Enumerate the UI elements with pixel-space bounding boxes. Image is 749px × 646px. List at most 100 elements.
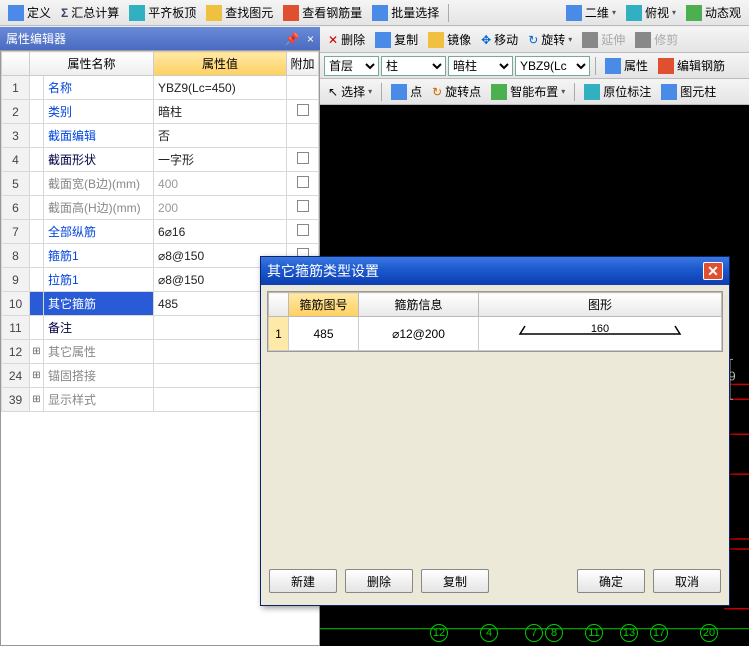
prop-value[interactable]: 否 bbox=[154, 124, 287, 148]
hdr-blank bbox=[2, 52, 30, 76]
prop-value[interactable]: YBZ9(Lc=450) bbox=[154, 76, 287, 100]
row-num-cell[interactable]: 485 bbox=[289, 317, 359, 351]
prop-extra[interactable] bbox=[287, 100, 319, 124]
expand-icon[interactable]: ⊞ bbox=[30, 364, 44, 388]
ok-button[interactable]: 确定 bbox=[577, 569, 645, 593]
sigma-button[interactable]: Σ汇总计算 bbox=[57, 2, 123, 23]
expand-icon bbox=[30, 268, 44, 292]
expand-icon bbox=[30, 124, 44, 148]
hdr-name: 属性名称 bbox=[30, 52, 154, 76]
prop-extra[interactable] bbox=[287, 196, 319, 220]
property-row[interactable]: 5截面宽(B边)(mm)400 bbox=[2, 172, 319, 196]
prop-name: 显示样式 bbox=[44, 388, 154, 412]
origmark-tool[interactable]: 原位标注 bbox=[580, 81, 655, 102]
smart-icon bbox=[491, 84, 507, 100]
category-select[interactable]: 柱 bbox=[381, 56, 446, 76]
prop-extra[interactable] bbox=[287, 220, 319, 244]
cursor-icon: ↖ bbox=[328, 85, 338, 99]
property-row[interactable]: 4截面形状一字形 bbox=[2, 148, 319, 172]
define-button[interactable]: 定义 bbox=[4, 2, 55, 23]
prop-value[interactable]: 400 bbox=[154, 172, 287, 196]
hdr-stirrup-shape: 图形 bbox=[479, 293, 722, 317]
row-number: 4 bbox=[2, 148, 30, 172]
grid-node-label: 12 bbox=[430, 624, 448, 642]
delete-button[interactable]: ✕删除 bbox=[324, 29, 369, 50]
subcat-select[interactable]: 暗柱 bbox=[448, 56, 513, 76]
flat-button[interactable]: 平齐板顶 bbox=[125, 2, 200, 23]
hdr-value: 属性值 bbox=[154, 52, 287, 76]
rotpoint-icon: ↻ bbox=[432, 85, 442, 99]
copy-button[interactable]: 复制 bbox=[421, 569, 489, 593]
mirror-icon bbox=[428, 32, 444, 48]
row-info-cell[interactable]: ⌀12@200 bbox=[359, 317, 479, 351]
move-button[interactable]: ✥移动 bbox=[477, 29, 522, 50]
trim-button[interactable]: 修剪 bbox=[631, 29, 682, 50]
dialog-buttons: 新建 删除 复制 确定 取消 bbox=[267, 563, 723, 599]
expand-icon bbox=[30, 244, 44, 268]
prop-extra bbox=[287, 76, 319, 100]
name-select[interactable]: YBZ9(Lc bbox=[515, 56, 590, 76]
move-icon: ✥ bbox=[481, 33, 491, 47]
row-shape-cell[interactable]: 160 bbox=[479, 317, 722, 351]
close-icon[interactable]: × bbox=[307, 32, 314, 46]
view2d-button[interactable]: 二维▾ bbox=[562, 2, 620, 23]
dynview-button[interactable]: 动态观 bbox=[682, 2, 745, 23]
batch-button[interactable]: 批量选择 bbox=[368, 2, 443, 23]
batch-label: 批量选择 bbox=[391, 4, 439, 21]
rotpoint-tool[interactable]: ↻旋转点 bbox=[428, 81, 485, 102]
topview-button[interactable]: 俯视▾ bbox=[622, 2, 680, 23]
expand-icon[interactable]: ⊞ bbox=[30, 388, 44, 412]
prop-extra[interactable] bbox=[287, 148, 319, 172]
row-number: 2 bbox=[2, 100, 30, 124]
select-tool[interactable]: ↖选择▾ bbox=[324, 81, 376, 102]
row-number: 11 bbox=[2, 316, 30, 340]
stirrup-dialog: 其它箍筋类型设置 ✕ 箍筋图号 箍筋信息 图形 1 485 bbox=[260, 256, 730, 606]
floor-select[interactable]: 首层 bbox=[324, 56, 379, 76]
prop-value[interactable]: 暗柱 bbox=[154, 100, 287, 124]
point-tool[interactable]: 点 bbox=[387, 81, 426, 102]
prop-value[interactable]: 200 bbox=[154, 196, 287, 220]
prop-name: 拉筋1 bbox=[44, 268, 154, 292]
pin-icon[interactable]: 📌 bbox=[285, 32, 300, 46]
props-button[interactable]: 属性 bbox=[601, 55, 652, 76]
row-number: 3 bbox=[2, 124, 30, 148]
copy-button[interactable]: 复制 bbox=[371, 29, 422, 50]
grid-node-label: 7 bbox=[525, 624, 543, 642]
findel-button[interactable]: 查找图元 bbox=[202, 2, 277, 23]
svg-text:160: 160 bbox=[591, 323, 609, 335]
property-row[interactable]: 6 截面高(H边)(mm)200 bbox=[2, 196, 319, 220]
close-button[interactable]: ✕ bbox=[703, 262, 723, 280]
panel-title-text: 属性编辑器 bbox=[6, 30, 66, 47]
prop-name: 截面高(H边)(mm) bbox=[44, 196, 154, 220]
dialog-row[interactable]: 1 485 ⌀12@200 160 bbox=[269, 317, 722, 351]
rebar-button[interactable]: 查看钢筋量 bbox=[279, 2, 366, 23]
rotate-button[interactable]: ↻旋转▾ bbox=[524, 29, 576, 50]
property-row[interactable]: 7全部纵筋6⌀16 bbox=[2, 220, 319, 244]
dialog-grid[interactable]: 箍筋图号 箍筋信息 图形 1 485 ⌀12@200 160 bbox=[267, 291, 723, 352]
prop-value[interactable]: 6⌀16 bbox=[154, 220, 287, 244]
point-icon bbox=[391, 84, 407, 100]
view2d-label: 二维 bbox=[585, 4, 609, 21]
row-number: 6 bbox=[2, 196, 30, 220]
property-row[interactable]: 1名称YBZ9(Lc=450) bbox=[2, 76, 319, 100]
mirror-button[interactable]: 镜像 bbox=[424, 29, 475, 50]
new-button[interactable]: 新建 bbox=[269, 569, 337, 593]
grid-node-label: 13 bbox=[620, 624, 638, 642]
delete-button[interactable]: 删除 bbox=[345, 569, 413, 593]
property-row[interactable]: 2类别暗柱 bbox=[2, 100, 319, 124]
cancel-button[interactable]: 取消 bbox=[653, 569, 721, 593]
prop-value[interactable]: 一字形 bbox=[154, 148, 287, 172]
prop-name: 全部纵筋 bbox=[44, 220, 154, 244]
smart-tool[interactable]: 智能布置▾ bbox=[487, 81, 569, 102]
editrebar-button[interactable]: 编辑钢筋 bbox=[654, 55, 729, 76]
prop-extra[interactable] bbox=[287, 172, 319, 196]
elcol-tool[interactable]: 图元柱 bbox=[657, 81, 720, 102]
row-number: 39 bbox=[2, 388, 30, 412]
prop-name: 箍筋1 bbox=[44, 244, 154, 268]
expand-icon[interactable]: ⊞ bbox=[30, 340, 44, 364]
hdr-extra: 附加 bbox=[287, 52, 319, 76]
dialog-titlebar[interactable]: 其它箍筋类型设置 ✕ bbox=[261, 257, 729, 285]
property-row[interactable]: 3截面编辑否 bbox=[2, 124, 319, 148]
define-label: 定义 bbox=[27, 4, 51, 21]
extend-button[interactable]: 延伸 bbox=[578, 29, 629, 50]
